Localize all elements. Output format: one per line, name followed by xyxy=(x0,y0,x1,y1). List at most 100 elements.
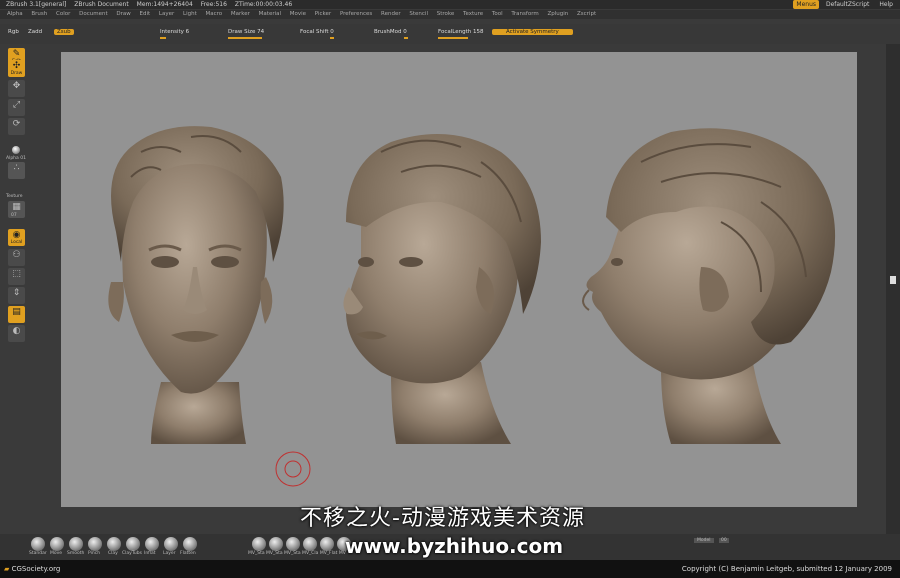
menu-zscript[interactable]: Zscript xyxy=(577,11,596,17)
brush-clay-label: Clay xyxy=(108,551,118,556)
rgb-toggle[interactable]: Rgb xyxy=(8,28,19,36)
mv-brush-2-icon[interactable] xyxy=(269,537,283,551)
document-canvas[interactable] xyxy=(61,52,857,507)
draw-icon: ✣ xyxy=(12,61,21,71)
rotate-button[interactable]: ⟳ xyxy=(8,118,25,135)
brush-clay-icon[interactable] xyxy=(107,537,121,551)
transp-button[interactable]: ◐ xyxy=(8,325,25,342)
local-label: Local xyxy=(10,240,23,245)
stroke-button[interactable]: ∴ xyxy=(8,162,25,179)
mv-brush-5-icon[interactable] xyxy=(320,537,334,551)
local-button[interactable]: ◉ Local xyxy=(8,229,25,246)
draw-size-slider[interactable]: Draw Size 74 xyxy=(228,28,265,39)
activate-symmetry-button[interactable]: Activate Symmetry xyxy=(492,29,573,35)
mv-brush-3-icon[interactable] xyxy=(286,537,300,551)
menu-stroke[interactable]: Stroke xyxy=(437,11,455,17)
menu-movie[interactable]: Movie xyxy=(290,11,306,17)
focal-shift-fill xyxy=(330,37,334,39)
menu-bar: Alpha Brush Color Document Draw Edit Lay… xyxy=(0,10,900,19)
top-toolbar: Rgb Zadd Zsub Intensity 6 Draw Size 74 F… xyxy=(0,24,900,44)
draw-button[interactable]: ✣ Draw xyxy=(8,60,25,77)
brush-standard-label: Standar xyxy=(29,551,47,556)
brush-inflate-label: Inflat xyxy=(144,551,156,556)
brush-flatten-label: Flatten xyxy=(180,551,196,556)
cgsociety-logo: ▰ CGSociety.org xyxy=(4,560,60,578)
alpha-label: Alpha 01 xyxy=(6,156,26,161)
xpose-button[interactable]: ⇕ xyxy=(8,287,25,304)
footer-bar: ▰ CGSociety.org Copyright (C) Benjamin L… xyxy=(0,560,900,578)
scale-button[interactable]: ⤢ xyxy=(8,99,25,116)
alpha-icon[interactable] xyxy=(12,146,20,154)
scroll-arrow-icon[interactable] xyxy=(890,276,896,284)
brush-claytubes-label: ClayTubs xyxy=(122,551,142,556)
brush-inflate-icon[interactable] xyxy=(145,537,159,551)
menu-color[interactable]: Color xyxy=(56,11,70,17)
symmetry-button[interactable]: ⚇ xyxy=(8,249,25,266)
menu-picker[interactable]: Picker xyxy=(315,11,331,17)
menu-render[interactable]: Render xyxy=(381,11,401,17)
rotate-icon: ⟳ xyxy=(12,119,21,129)
menu-document[interactable]: Document xyxy=(79,11,108,17)
model-button[interactable]: Model xyxy=(694,538,714,543)
watermark-chinese: 不移之火-动漫游戏美术资源 xyxy=(300,506,585,531)
menu-edit[interactable]: Edit xyxy=(140,11,151,17)
copyright-text: Copyright (C) Benjamin Leitgeb, submitte… xyxy=(681,565,892,573)
menu-macro[interactable]: Macro xyxy=(206,11,223,17)
transp-icon: ◐ xyxy=(12,326,21,336)
menu-brush[interactable]: Brush xyxy=(31,11,47,17)
menu-stencil[interactable]: Stencil xyxy=(409,11,428,17)
draw-size-fill xyxy=(228,37,262,39)
texture-icon: ▦ xyxy=(12,202,21,212)
brush-pinch-icon[interactable] xyxy=(88,537,102,551)
default-zscript-button[interactable]: DefaultZScript xyxy=(823,0,872,9)
cgsociety-label: CGSociety.org xyxy=(11,565,61,573)
z-intensity-label: Intensity 6 xyxy=(160,29,190,35)
zadd-toggle[interactable]: Zadd xyxy=(28,28,42,36)
focal-length-fill xyxy=(438,37,468,39)
ztime-readout: ZTime:00:00:03.46 xyxy=(234,1,293,8)
draw-size-label: Draw Size 74 xyxy=(228,29,265,35)
polyframe-icon: ▤ xyxy=(12,307,21,317)
frame-button[interactable]: ⬚ xyxy=(8,268,25,285)
mv-brush-1-icon[interactable] xyxy=(252,537,266,551)
mv-brush-4-icon[interactable] xyxy=(303,537,317,551)
menu-draw[interactable]: Draw xyxy=(116,11,130,17)
menu-transform[interactable]: Transform xyxy=(511,11,538,17)
menu-texture[interactable]: Texture xyxy=(463,11,483,17)
head-front-view xyxy=(108,126,284,444)
brushmod-slider[interactable]: BrushMod 0 xyxy=(374,28,408,39)
focal-shift-slider[interactable]: Focal Shift 0 xyxy=(300,28,334,39)
document-title: ZBrush Document xyxy=(74,1,129,8)
help-button[interactable]: Help xyxy=(876,0,896,9)
right-shelf xyxy=(886,44,900,534)
zsub-toggle[interactable]: Zsub xyxy=(54,29,74,35)
polyframe-button[interactable]: ▤ xyxy=(8,306,25,323)
watermark-url: www.byzhihuo.com xyxy=(345,534,564,558)
menus-button[interactable]: Menus xyxy=(793,0,820,9)
frame-icon: ⬚ xyxy=(12,269,21,279)
menu-light[interactable]: Light xyxy=(183,11,197,17)
brush-claytubes-icon[interactable] xyxy=(126,537,140,551)
menu-layer[interactable]: Layer xyxy=(159,11,174,17)
edit-icon: ✎ xyxy=(12,49,21,59)
menu-tool[interactable]: Tool xyxy=(492,11,503,17)
brush-flatten-icon[interactable] xyxy=(183,537,197,551)
menu-preferences[interactable]: Preferences xyxy=(340,11,372,17)
menu-alpha[interactable]: Alpha xyxy=(7,11,23,17)
brush-layer-icon[interactable] xyxy=(164,537,178,551)
symmetry-icon: ⚇ xyxy=(12,250,21,260)
brush-smooth-label: Smooth xyxy=(67,551,85,556)
move-button[interactable]: ✥ xyxy=(8,80,25,97)
z-intensity-fill xyxy=(160,37,166,39)
canvas-render xyxy=(108,126,836,487)
brushmod-label: BrushMod 0 xyxy=(374,29,407,35)
focal-length-slider[interactable]: FocalLength 158 xyxy=(438,28,483,39)
menu-material[interactable]: Material xyxy=(259,11,281,17)
brush-smooth-icon[interactable] xyxy=(69,537,83,551)
menu-zplugin[interactable]: Zplugin xyxy=(547,11,568,17)
brush-move-icon[interactable] xyxy=(50,537,64,551)
head-three-quarter-view xyxy=(343,134,541,444)
z-intensity-slider[interactable]: Intensity 6 xyxy=(160,28,190,39)
menu-marker[interactable]: Marker xyxy=(231,11,250,17)
brush-standard-icon[interactable] xyxy=(31,537,45,551)
